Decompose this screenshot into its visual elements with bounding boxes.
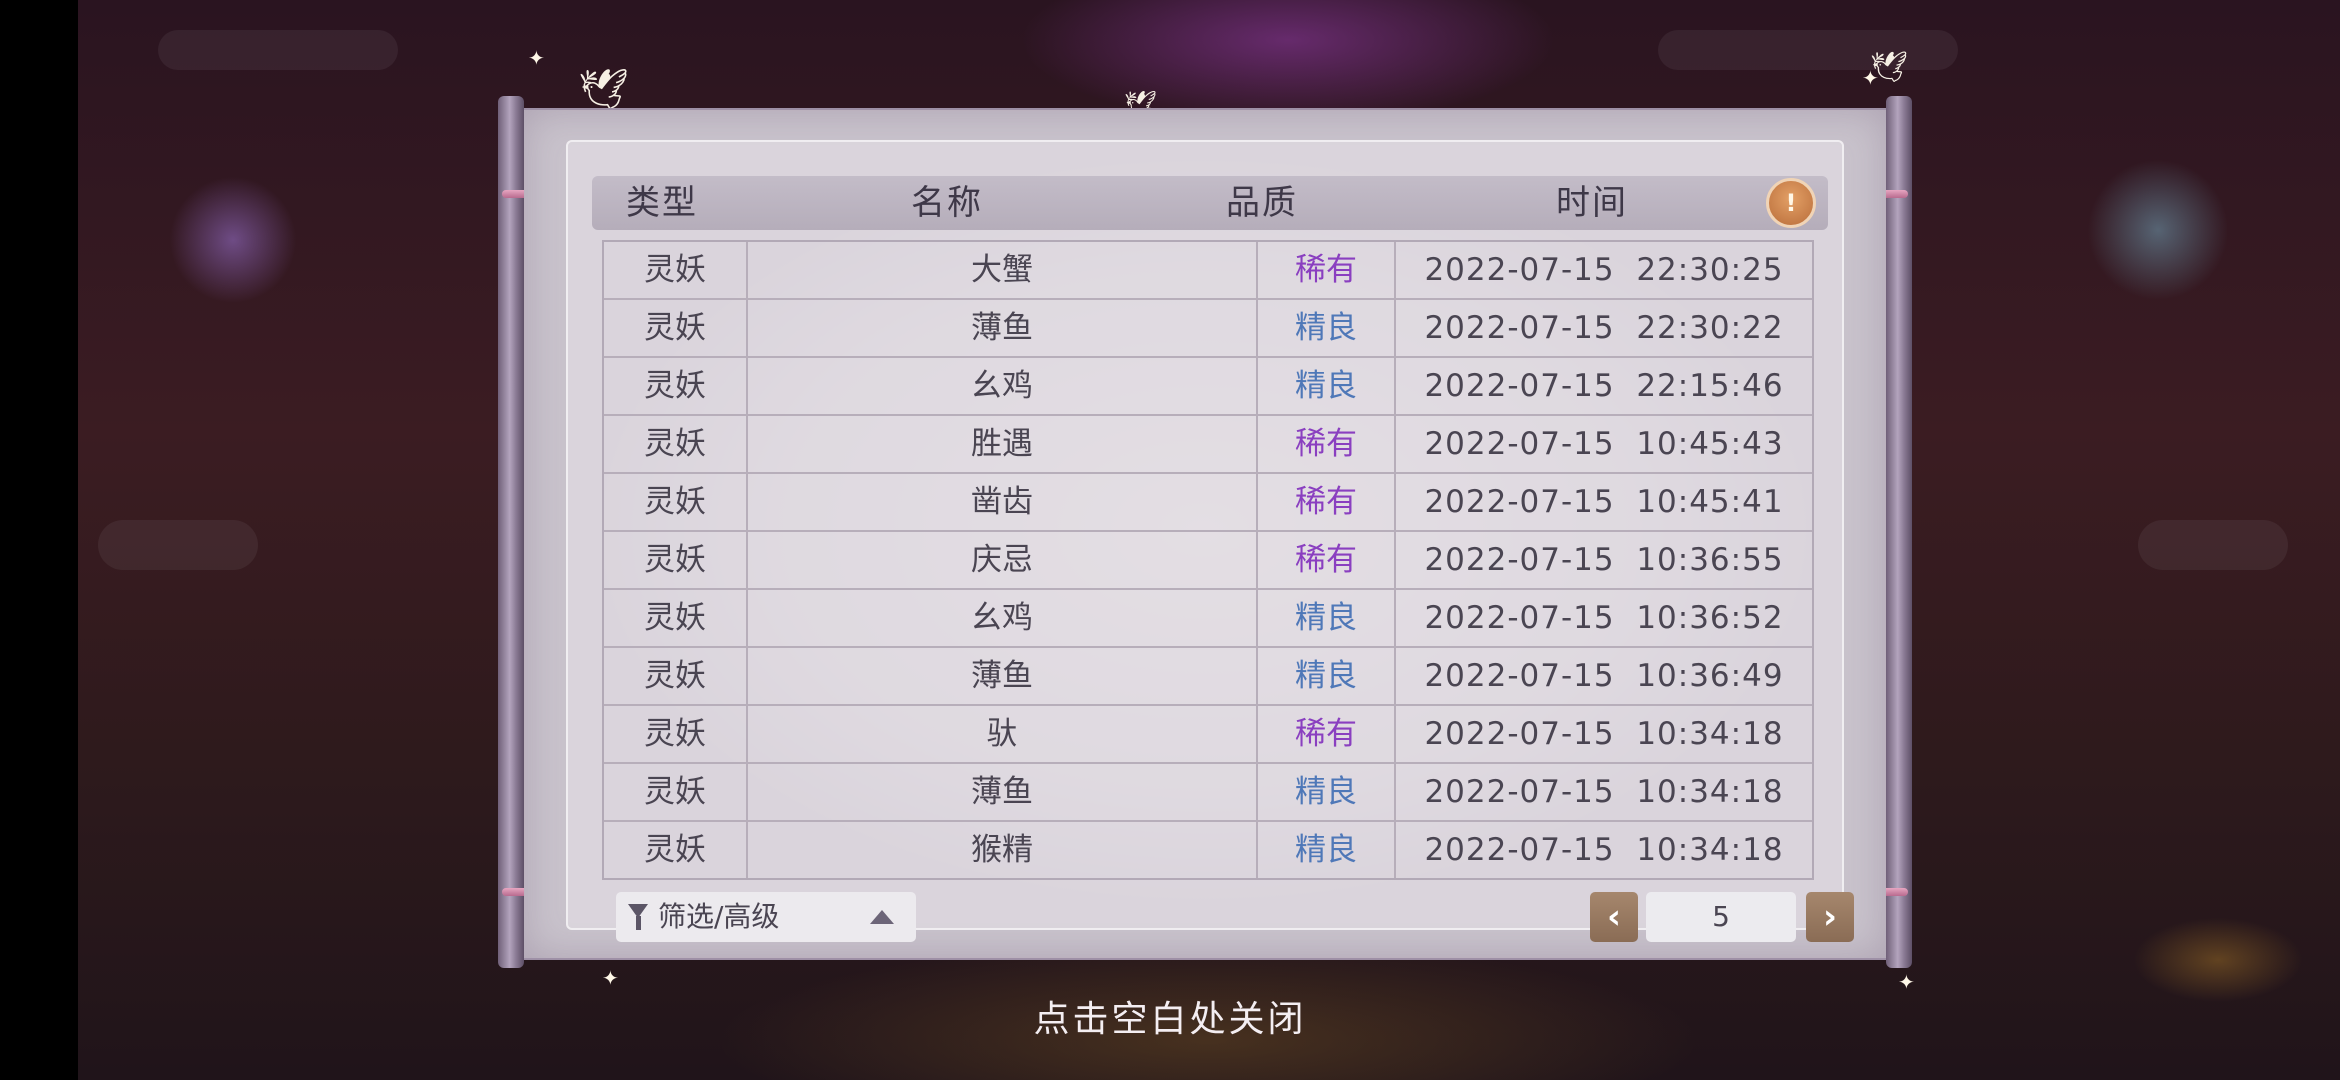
cell-type: 灵妖	[644, 832, 706, 868]
cell-quality: 精良	[1295, 774, 1357, 810]
filter-icon-stem	[636, 916, 641, 930]
header-time: 时间	[1556, 183, 1628, 223]
cell-time: 2022-07-15 10:34:18	[1424, 832, 1784, 868]
cell-time: 2022-07-15 10:45:41	[1424, 484, 1784, 520]
cell-name: 幺鸡	[971, 368, 1033, 404]
table-row: 灵妖 胜遇 稀有 2022-07-15 10:45:43	[604, 416, 1812, 474]
table-row: 灵妖 驮 稀有 2022-07-15 10:34:18	[604, 706, 1812, 764]
cell-type: 灵妖	[644, 542, 706, 578]
cell-time: 2022-07-15 10:34:18	[1424, 716, 1784, 752]
cell-quality: 稀有	[1295, 484, 1357, 520]
cell-quality: 稀有	[1295, 542, 1357, 578]
scroll-paper: 类型 名称 品质 时间 ! 灵妖 大蟹 稀有 2022-07-15 22:30:25 灵…	[524, 108, 1886, 960]
cell-name: 大蟹	[971, 252, 1033, 288]
cell-name: 薄鱼	[971, 658, 1033, 694]
cell-name: 驮	[986, 716, 1018, 752]
screen[interactable]: ✦ 🕊 ✦ 🕊 🕊 ✦ ✦ 类型 名称 品质 时间 ! 灵妖 大蟹 稀有 202…	[0, 0, 2340, 1080]
cell-quality: 稀有	[1295, 716, 1357, 752]
lightbulb-icon: !	[1785, 189, 1797, 217]
cell-name: 庆忌	[971, 542, 1033, 578]
cell-type: 灵妖	[644, 658, 706, 694]
header-quality: 品质	[1226, 183, 1298, 223]
table-row: 灵妖 薄鱼 精良 2022-07-15 10:34:18	[604, 764, 1812, 822]
sparkle-icon: ✦	[528, 46, 545, 70]
cell-type: 灵妖	[644, 252, 706, 288]
scroll-rod-right	[1858, 96, 1912, 968]
table-row: 灵妖 幺鸡 精良 2022-07-15 10:36:52	[604, 590, 1812, 648]
cell-time: 2022-07-15 10:45:43	[1424, 426, 1784, 462]
prev-page-button[interactable]: ‹	[1590, 892, 1638, 942]
cell-type: 灵妖	[644, 716, 706, 752]
header-name: 名称	[911, 183, 983, 223]
cell-time: 2022-07-15 22:30:22	[1424, 310, 1784, 346]
table-row: 灵妖 庆忌 稀有 2022-07-15 10:36:55	[604, 532, 1812, 590]
cell-type: 灵妖	[644, 310, 706, 346]
cell-name: 薄鱼	[971, 310, 1033, 346]
header-type: 类型	[626, 183, 698, 223]
cell-name: 猴精	[971, 832, 1033, 868]
cell-name: 幺鸡	[971, 600, 1033, 636]
cell-quality: 精良	[1295, 600, 1357, 636]
table-row: 灵妖 薄鱼 精良 2022-07-15 22:30:22	[604, 300, 1812, 358]
cell-type: 灵妖	[644, 484, 706, 520]
cell-time: 2022-07-15 22:30:25	[1424, 252, 1784, 288]
cell-time: 2022-07-15 10:36:55	[1424, 542, 1784, 578]
cell-quality: 精良	[1295, 832, 1357, 868]
cell-time: 2022-07-15 10:36:49	[1424, 658, 1784, 694]
cell-type: 灵妖	[644, 368, 706, 404]
filter-advanced-button[interactable]: 筛选/高级	[616, 892, 916, 942]
page-number: 5	[1646, 892, 1796, 942]
close-hint: 点击空白处关闭	[1033, 999, 1307, 1040]
cell-type: 灵妖	[644, 426, 706, 462]
cell-quality: 精良	[1295, 310, 1357, 346]
cell-type: 灵妖	[644, 774, 706, 810]
record-scroll-panel: 类型 名称 品质 时间 ! 灵妖 大蟹 稀有 2022-07-15 22:30:25 灵…	[498, 96, 1912, 968]
cell-quality: 稀有	[1295, 252, 1357, 288]
record-table: 灵妖 大蟹 稀有 2022-07-15 22:30:25 灵妖 薄鱼 精良 2022-07-1…	[602, 240, 1814, 880]
table-row: 灵妖 薄鱼 精良 2022-07-15 10:36:49	[604, 648, 1812, 706]
cell-quality: 稀有	[1295, 426, 1357, 462]
cell-time: 2022-07-15 10:36:52	[1424, 600, 1784, 636]
chevron-right-icon: ›	[1822, 897, 1837, 937]
next-page-button[interactable]: ›	[1806, 892, 1854, 942]
table-row: 灵妖 猴精 精良 2022-07-15 10:34:18	[604, 822, 1812, 880]
sparkle-icon: ✦	[602, 966, 619, 990]
cell-name: 胜遇	[971, 426, 1033, 462]
bird-icon: 🕊	[1870, 50, 1909, 85]
cell-time: 2022-07-15 22:15:46	[1424, 368, 1784, 404]
filter-label: 筛选/高级	[658, 900, 780, 933]
table-row: 灵妖 凿齿 稀有 2022-07-15 10:45:41	[604, 474, 1812, 532]
info-button[interactable]: !	[1766, 178, 1816, 228]
table-header: 类型 名称 品质 时间 !	[592, 176, 1828, 230]
scroll-rod-left	[498, 96, 552, 968]
cell-name: 薄鱼	[971, 774, 1033, 810]
cell-quality: 精良	[1295, 368, 1357, 404]
table-row: 灵妖 大蟹 稀有 2022-07-15 22:30:25	[604, 242, 1812, 300]
cell-quality: 精良	[1295, 658, 1357, 694]
caret-up-icon	[870, 910, 894, 924]
cell-type: 灵妖	[644, 600, 706, 636]
table-row: 灵妖 幺鸡 精良 2022-07-15 22:15:46	[604, 358, 1812, 416]
chevron-left-icon: ‹	[1606, 897, 1621, 937]
cell-name: 凿齿	[971, 484, 1033, 520]
cell-time: 2022-07-15 10:34:18	[1424, 774, 1784, 810]
